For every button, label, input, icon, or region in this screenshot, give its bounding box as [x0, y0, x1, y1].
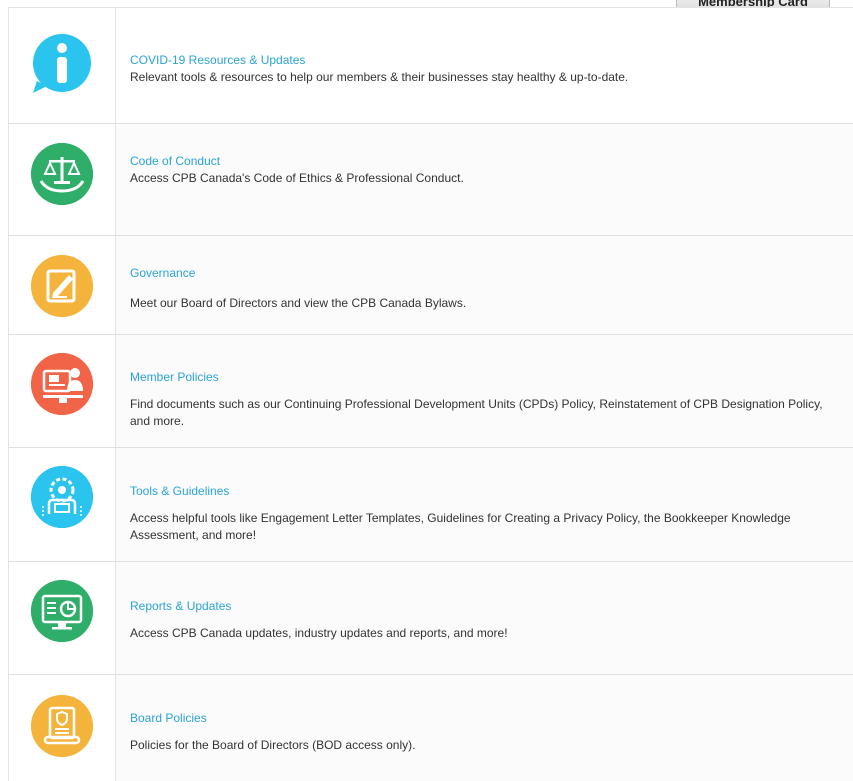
document-edit-icon [31, 255, 93, 317]
resource-row-governance: Governance Meet our Board of Directors a… [9, 236, 853, 335]
text-cell: Member Policies Find documents such as o… [116, 335, 853, 447]
resource-description: Access helpful tools like Engagement Let… [130, 511, 791, 542]
resource-title-link[interactable]: Reports & Updates [130, 599, 231, 613]
resource-description: Meet our Board of Directors and view the… [130, 296, 467, 310]
resource-description: Relevant tools & resources to help our m… [130, 70, 629, 84]
resource-title-link[interactable]: Member Policies [130, 370, 219, 384]
gear-head-icon [31, 466, 93, 528]
text-cell: Board Policies Policies for the Board of… [116, 675, 853, 781]
resource-row-reports-updates: Reports & Updates Access CPB Canada upda… [9, 562, 853, 675]
text-cell: Governance Meet our Board of Directors a… [116, 236, 853, 334]
resource-row-code-of-conduct: Code of Conduct Access CPB Canada's Code… [9, 124, 853, 236]
icon-cell [9, 335, 116, 447]
icon-cell [9, 236, 116, 334]
resource-description: Policies for the Board of Directors (BOD… [130, 738, 416, 752]
resource-title-link[interactable]: COVID-19 Resources & Updates [130, 53, 305, 67]
icon-cell [9, 675, 116, 781]
icon-cell [9, 124, 116, 235]
resource-row-board-policies: Board Policies Policies for the Board of… [9, 675, 853, 781]
resource-title-link[interactable]: Board Policies [130, 711, 207, 725]
scales-icon [31, 143, 93, 205]
resource-description: Access CPB Canada's Code of Ethics & Pro… [130, 171, 464, 185]
scroll-icon [31, 695, 93, 757]
resource-title-link[interactable]: Governance [130, 266, 195, 280]
resources-table: COVID-19 Resources & Updates Relevant to… [8, 7, 853, 781]
resource-row-covid: COVID-19 Resources & Updates Relevant to… [9, 8, 853, 124]
resource-row-member-policies: Member Policies Find documents such as o… [9, 335, 853, 448]
resource-title-link[interactable]: Code of Conduct [130, 154, 220, 168]
resource-description: Find documents such as our Continuing Pr… [130, 397, 823, 428]
presentation-icon [31, 353, 93, 415]
icon-cell [9, 448, 116, 561]
text-cell: Tools & Guidelines Access helpful tools … [116, 448, 853, 561]
text-cell: Reports & Updates Access CPB Canada upda… [116, 562, 853, 674]
icon-cell [9, 8, 116, 123]
text-cell: Code of Conduct Access CPB Canada's Code… [116, 124, 853, 235]
resource-title-link[interactable]: Tools & Guidelines [130, 484, 229, 498]
resource-description: Access CPB Canada updates, industry upda… [130, 626, 508, 640]
icon-cell [9, 562, 116, 674]
info-bubble-icon [31, 33, 93, 95]
monitor-chart-icon [31, 580, 93, 642]
resource-row-tools-guidelines: Tools & Guidelines Access helpful tools … [9, 448, 853, 562]
text-cell: COVID-19 Resources & Updates Relevant to… [116, 8, 853, 123]
